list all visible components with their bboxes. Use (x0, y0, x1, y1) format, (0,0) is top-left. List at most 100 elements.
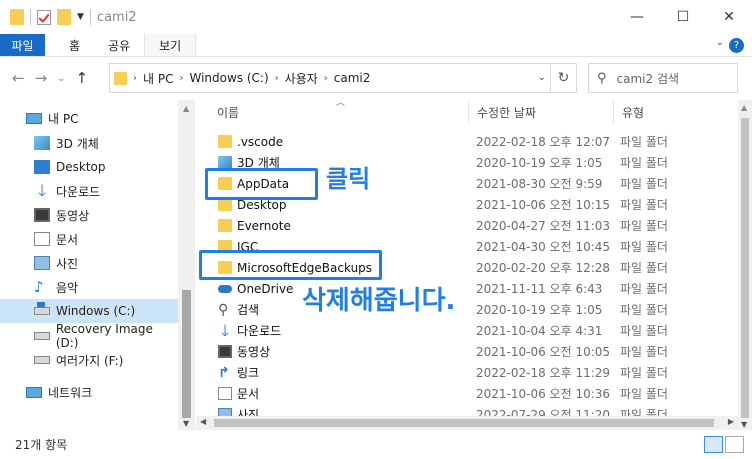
scroll-down-icon[interactable]: ▼ (183, 419, 189, 428)
forward-icon[interactable]: → (35, 69, 48, 87)
search-input[interactable]: ⚲ cami2 검색 (588, 63, 738, 93)
table-row[interactable]: 동영상 2021-10-06 오전 10:05 파일 폴더 (196, 341, 738, 362)
file-date: 2022-02-18 오후 11:29 (476, 366, 611, 380)
properties-icon[interactable] (37, 9, 51, 25)
scroll-right-icon[interactable]: ▶ (728, 417, 734, 426)
delete-annotation: 삭제해줍니다. (302, 280, 456, 317)
click-annotation: 클릭 (326, 165, 371, 193)
chevron-right-icon[interactable]: › (179, 73, 183, 84)
video-icon (218, 345, 232, 358)
video-icon (34, 208, 50, 222)
file-list-scrollbar[interactable]: ▲ ▼ (738, 100, 752, 430)
chevron-right-icon[interactable]: › (275, 73, 279, 84)
address-bar[interactable]: › 내 PC › Windows (C:) › 사용자 › cami2 ⌄ ↻ (109, 63, 577, 93)
sidebar-item-label: 여러가지 (F:) (56, 353, 124, 368)
scrollbar-thumb[interactable] (741, 118, 749, 418)
details-view-icon[interactable] (704, 436, 723, 453)
sidebar-item-label: Desktop (56, 160, 106, 174)
document-icon (218, 387, 232, 400)
chevron-right-icon[interactable]: › (133, 73, 137, 84)
sidebar-item-3d-objects[interactable]: 3D 개체 (0, 131, 178, 155)
table-row[interactable]: 문서 2021-10-06 오전 10:36 파일 폴더 (196, 383, 738, 404)
scrollbar-thumb[interactable] (182, 290, 191, 418)
column-divider[interactable] (468, 100, 469, 124)
maximize-button[interactable]: ☐ (660, 0, 706, 34)
sidebar-item-windows-c[interactable]: Windows (C:) (0, 299, 178, 323)
ribbon-tabs: 파일 홈 공유 보기 ⌄ (0, 34, 752, 57)
tab-home[interactable]: 홈 (45, 34, 94, 56)
file-type: 파일 폴더 (620, 261, 668, 275)
chevron-down-icon[interactable]: ⌄ (538, 72, 546, 83)
minimize-button[interactable]: — (614, 0, 660, 34)
column-header-date[interactable]: 수정한 날짜 (477, 100, 536, 124)
picture-icon (34, 256, 50, 270)
sidebar-item-label: Recovery Image (D:) (55, 322, 153, 350)
scroll-up-icon[interactable]: ▲ (183, 104, 189, 113)
search-icon: ⚲ (218, 302, 229, 318)
sidebar-item-label: 동영상 (56, 208, 90, 223)
large-icons-view-icon[interactable] (725, 436, 744, 453)
tab-view[interactable]: 보기 (144, 34, 197, 56)
sidebar-item-label: 네트워크 (48, 385, 93, 400)
column-divider[interactable] (613, 100, 614, 124)
breadcrumb-cami2[interactable]: cami2 (334, 71, 371, 85)
sort-ascending-icon: ︿ (336, 98, 346, 108)
file-type: 파일 폴더 (620, 387, 668, 401)
sidebar-item-downloads[interactable]: 🡓 다운로드 (0, 179, 178, 203)
sidebar-item-this-pc[interactable]: 내 PC (0, 106, 178, 130)
back-icon[interactable]: ← (12, 69, 25, 87)
sidebar-item-misc-f[interactable]: 여러가지 (F:) (0, 348, 178, 372)
file-name: .vscode (237, 134, 284, 149)
sidebar-item-network[interactable]: 네트워크 (0, 380, 178, 404)
table-row[interactable]: 🡓 다운로드 2021-10-04 오후 4:31 파일 폴더 (196, 320, 738, 341)
help-icon[interactable]: ? (729, 38, 744, 53)
sidebar-item-label: 문서 (56, 232, 79, 247)
divider (89, 9, 91, 25)
sidebar-item-recovery-d[interactable]: Recovery Image (D:) (0, 322, 178, 350)
sidebar-item-documents[interactable]: 문서 (0, 227, 178, 251)
table-row[interactable]: Evernote 2020-04-27 오전 11:03 파일 폴더 (196, 215, 738, 236)
close-button[interactable]: ✕ (706, 0, 752, 34)
column-header-name[interactable]: 이름 (217, 100, 239, 124)
scroll-up-icon[interactable]: ▲ (741, 103, 747, 112)
recent-locations-icon[interactable]: ⌄ (57, 73, 65, 84)
drive-icon (34, 356, 50, 364)
file-date: 2020-02-20 오후 12:28 (476, 261, 611, 275)
refresh-button[interactable]: ↻ (550, 64, 576, 92)
sidebar-item-music[interactable]: ♪ 음악 (0, 275, 178, 299)
collapse-ribbon-icon[interactable]: ⌄ (716, 37, 724, 48)
file-date: 2022-02-18 오후 12:07 (476, 135, 611, 149)
file-type: 파일 폴더 (620, 135, 668, 149)
up-icon[interactable]: ↑ (76, 69, 89, 87)
folder-icon (114, 71, 127, 85)
sidebar-item-videos[interactable]: 동영상 (0, 203, 178, 227)
3d-objects-icon (34, 136, 50, 150)
tab-file[interactable]: 파일 (0, 34, 45, 56)
horizontal-scrollbar[interactable]: ◀ ▶ (196, 416, 738, 430)
network-icon (26, 386, 42, 398)
file-date: 2021-11-11 오후 6:43 (476, 282, 603, 296)
breadcrumb-users[interactable]: 사용자 (285, 70, 318, 87)
table-row[interactable]: ⚲ 검색 2020-10-19 오후 1:05 파일 폴더 (196, 299, 738, 320)
breadcrumb-this-pc[interactable]: 내 PC (143, 70, 173, 87)
folder-icon (218, 135, 232, 148)
sidebar-item-pictures[interactable]: 사진 (0, 251, 178, 275)
new-folder-icon[interactable] (57, 9, 71, 25)
breadcrumb-windows-c[interactable]: Windows (C:) (189, 71, 268, 85)
scroll-down-icon[interactable]: ▼ (741, 420, 747, 429)
address-row: ← → ⌄ ↑ › 내 PC › Windows (C:) › 사용자 › ca… (0, 57, 752, 99)
file-date: 2021-10-06 오전 10:36 (476, 387, 611, 401)
table-row[interactable]: ↱ 링크 2022-02-18 오후 11:29 파일 폴더 (196, 362, 738, 383)
table-row[interactable]: .vscode 2022-02-18 오후 12:07 파일 폴더 (196, 131, 738, 152)
tab-share[interactable]: 공유 (94, 34, 144, 56)
chevron-right-icon[interactable]: › (324, 73, 328, 84)
table-row[interactable]: OneDrive 2021-11-11 오후 6:43 파일 폴더 (196, 278, 738, 299)
scrollbar-thumb[interactable] (214, 419, 714, 427)
item-count: 21개 항목 (15, 438, 68, 452)
sidebar-item-desktop[interactable]: Desktop (0, 155, 178, 179)
sidebar-scrollbar[interactable]: ▲ ▼ (178, 100, 195, 430)
file-name: 검색 (237, 303, 260, 317)
customize-toolbar-icon[interactable]: ▼ (77, 12, 84, 22)
scroll-left-icon[interactable]: ◀ (200, 417, 206, 426)
column-header-type[interactable]: 유형 (622, 100, 644, 124)
